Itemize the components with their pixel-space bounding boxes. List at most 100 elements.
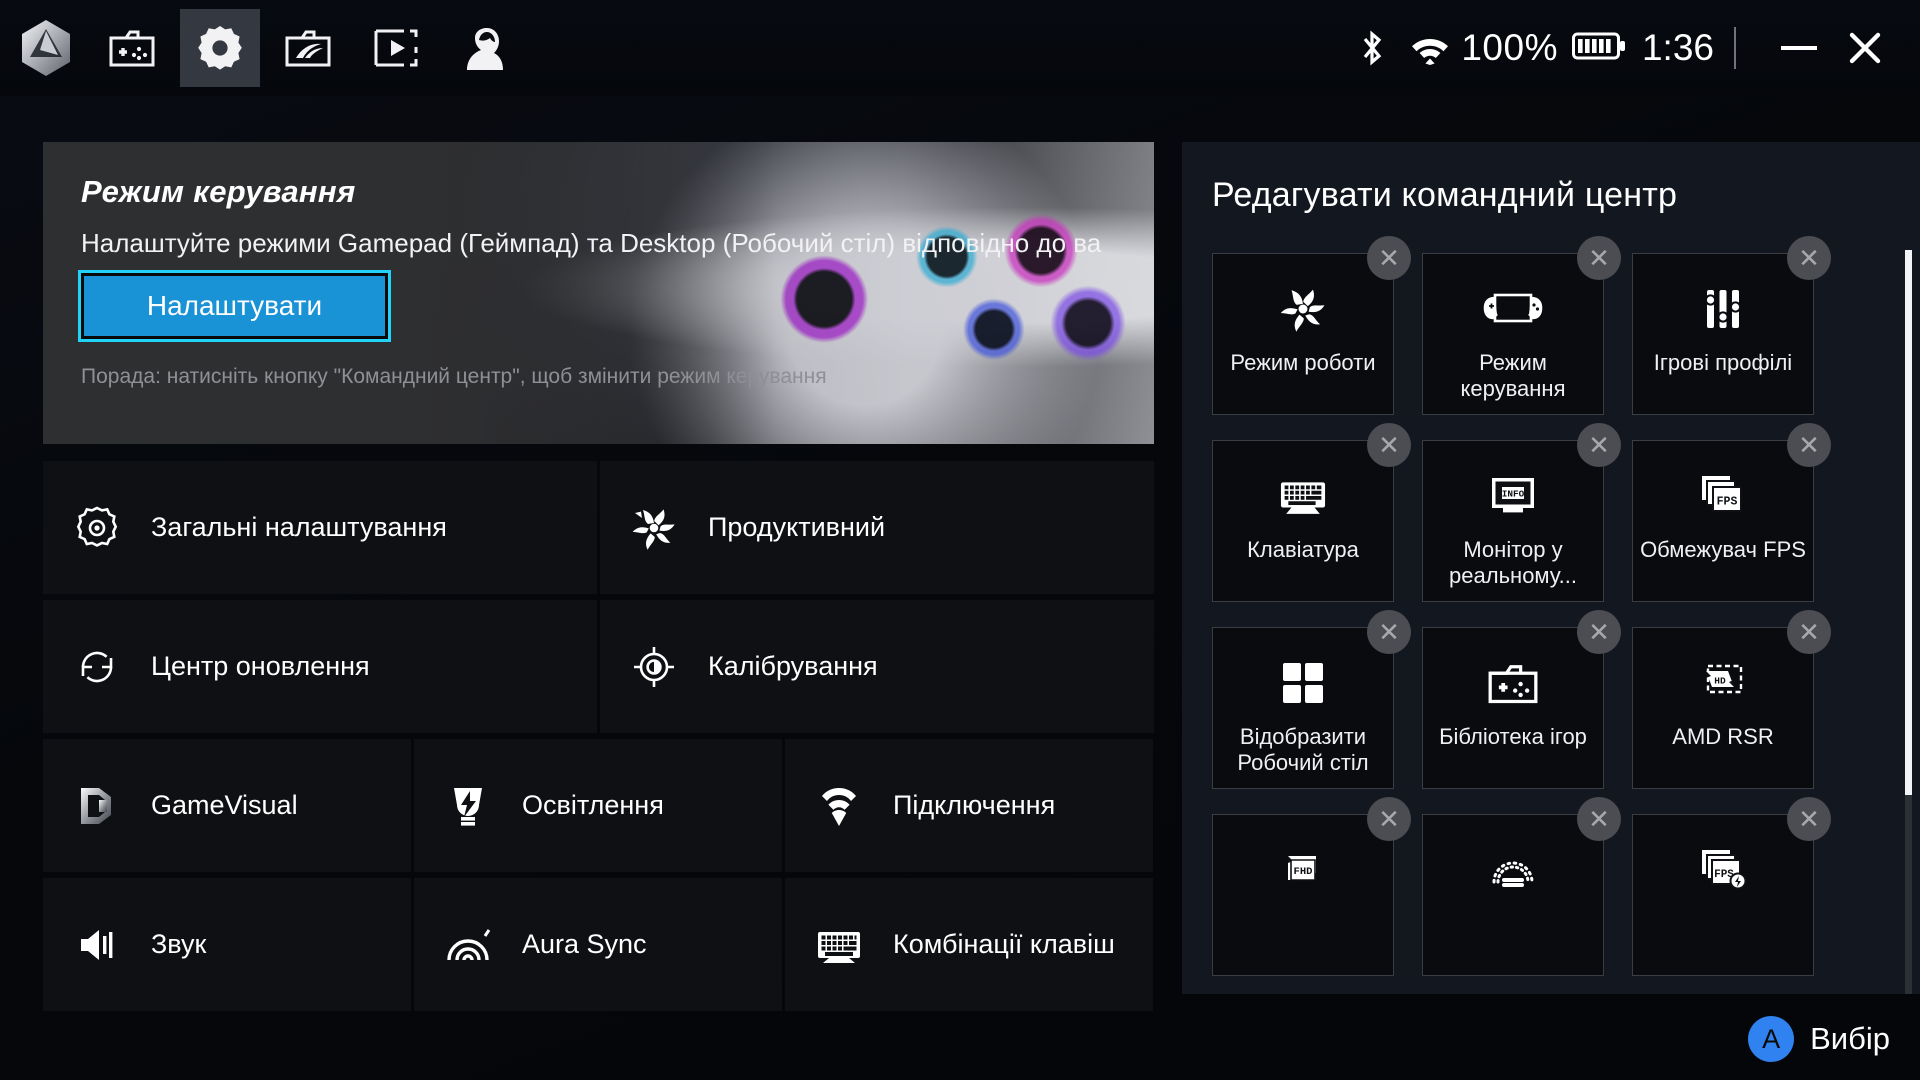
- fps-stack-icon: FPS: [1699, 465, 1747, 527]
- settings-content-column: Режим керування Налаштуйте режими Gamepa…: [43, 142, 1154, 1011]
- bluetooth-icon: [1345, 28, 1399, 68]
- remove-icon[interactable]: ✕: [1787, 610, 1831, 654]
- banner-title: Режим керування: [81, 174, 356, 209]
- nav-button-rog-content[interactable]: [268, 9, 348, 87]
- system-clock: 1:36: [1641, 27, 1714, 68]
- nav-button-game-library[interactable]: [92, 9, 172, 87]
- remove-icon[interactable]: ✕: [1577, 797, 1621, 841]
- gamepad-hint-label: Вибір: [1810, 1021, 1890, 1056]
- cc-tile-label: Ігрові профілі: [1653, 350, 1793, 375]
- remove-icon[interactable]: ✕: [1367, 610, 1411, 654]
- tile-lighting[interactable]: Освітлення: [414, 739, 782, 872]
- game-library-folder-icon: [1488, 652, 1538, 714]
- user-avatar-icon: [463, 26, 505, 70]
- remove-icon[interactable]: ✕: [1787, 797, 1831, 841]
- nav-button-group: [0, 0, 532, 96]
- nav-button-settings[interactable]: [180, 9, 260, 87]
- hd-upscale-icon: HD: [1698, 652, 1748, 714]
- control-mode-banner: Режим керування Налаштуйте режими Gamepa…: [43, 142, 1154, 444]
- sliders-icon: [1700, 278, 1746, 340]
- nav-button-user-profile[interactable]: [444, 9, 524, 87]
- armoury-crate-hex-logo-icon[interactable]: [0, 19, 92, 77]
- tile-label: Центр оновлення: [151, 651, 370, 681]
- command-center-scrollbar-track[interactable]: [1905, 250, 1912, 994]
- svg-text:FPS: FPS: [1717, 496, 1738, 509]
- remove-icon[interactable]: ✕: [1577, 610, 1621, 654]
- gear-outline-icon: [43, 505, 151, 551]
- remove-icon[interactable]: ✕: [1787, 423, 1831, 467]
- speaker-sound-icon: [43, 923, 151, 967]
- tile-label: Aura Sync: [522, 929, 647, 959]
- keyboard-icon: [1277, 465, 1329, 527]
- command-center-editor-panel: Редагувати командний центр Режим роботи: [1182, 142, 1920, 994]
- svg-text:FHD: FHD: [1294, 866, 1313, 878]
- fps-boost-icon: FPS: [1699, 839, 1747, 901]
- settings-tile-grid: Загальні налаштування Продуктивний Центр…: [43, 461, 1154, 1011]
- armoury-crate-window: 100% 1:36 Режим керування Налаштуйте реж…: [0, 0, 1920, 1080]
- cc-tile-resolution[interactable]: FHD ✕: [1212, 797, 1411, 976]
- cc-tile-control-mode[interactable]: Режим керування ✕: [1422, 236, 1621, 415]
- remove-icon[interactable]: ✕: [1577, 423, 1621, 467]
- cc-tile-keyboard[interactable]: Клавіатура ✕: [1212, 423, 1411, 602]
- desktop-windows-icon: [1280, 652, 1326, 714]
- tile-label: Продуктивний: [708, 512, 886, 542]
- remove-icon[interactable]: ✕: [1367, 423, 1411, 467]
- cc-tile-label: Бібліотека ігор: [1439, 724, 1587, 749]
- tile-general-settings[interactable]: Загальні налаштування: [43, 461, 597, 594]
- info-monitor-icon: INFO: [1488, 465, 1538, 527]
- cc-tile-label: Режим керування: [1460, 350, 1566, 402]
- fhd-resolution-icon: FHD: [1279, 839, 1327, 901]
- cc-tile-fps-limiter[interactable]: FPS Обмежувач FPS ✕: [1632, 423, 1831, 602]
- tile-gamevisual[interactable]: GameVisual: [43, 739, 411, 872]
- cc-tile-operating-mode[interactable]: Режим роботи ✕: [1212, 236, 1411, 415]
- cc-tile-label: Обмежувач FPS: [1640, 537, 1806, 562]
- remove-icon[interactable]: ✕: [1367, 797, 1411, 841]
- cc-tile-brightness[interactable]: ✕: [1422, 797, 1621, 976]
- battery-percentage: 100%: [1461, 27, 1558, 68]
- tile-update-center[interactable]: Центр оновлення: [43, 600, 597, 733]
- cc-tile-game-library[interactable]: Бібліотека ігор ✕: [1422, 610, 1621, 789]
- tile-key-combinations[interactable]: Комбінації клавіш: [785, 878, 1153, 1011]
- cc-tile-label: Режим роботи: [1230, 350, 1376, 375]
- remove-icon[interactable]: ✕: [1367, 236, 1411, 280]
- remove-icon[interactable]: ✕: [1577, 236, 1621, 280]
- tray-divider: [1734, 27, 1736, 69]
- brightness-gauge-icon: [1488, 839, 1538, 901]
- cc-tile-label: Клавіатура: [1247, 537, 1359, 562]
- tile-aura-sync[interactable]: Aura Sync: [414, 878, 782, 1011]
- wifi-icon: [1399, 31, 1461, 65]
- cc-tile-label: Відобразити Робочий стіл: [1237, 724, 1369, 776]
- rog-folder-icon: [285, 28, 331, 68]
- cc-tile-fps-boost[interactable]: FPS ✕: [1632, 797, 1831, 976]
- gamepad-hint-select: A Вибір: [1748, 1016, 1890, 1062]
- cc-tile-label: AMD RSR: [1672, 724, 1774, 749]
- banner-content: Режим керування Налаштуйте режими Gamepa…: [43, 142, 1154, 389]
- tile-performance-mode[interactable]: Продуктивний: [600, 461, 1154, 594]
- cc-tile-realtime-monitor[interactable]: INFO Монітор у реальному... ✕: [1422, 423, 1621, 602]
- remove-icon[interactable]: ✕: [1787, 236, 1831, 280]
- lighting-bolt-icon: [414, 782, 522, 830]
- banner-description: Налаштуйте режими Gamepad (Геймпад) та D…: [81, 228, 1102, 258]
- tile-label: Освітлення: [522, 790, 664, 820]
- fan-performance-icon: [1278, 278, 1328, 340]
- system-status-tray: 100% 1:36: [1345, 0, 1898, 96]
- cc-tile-amd-rsr[interactable]: HD AMD RSR ✕: [1632, 610, 1831, 789]
- svg-text:INFO: INFO: [1502, 488, 1525, 499]
- minimize-button[interactable]: [1766, 15, 1832, 81]
- battery-full-icon: [1571, 31, 1628, 66]
- handheld-device-icon: [1483, 278, 1543, 340]
- cc-tile-label: Монітор у реальному...: [1449, 537, 1577, 589]
- command-center-tile-grid: Режим роботи ✕ Режим керування ✕ Ігрові …: [1212, 236, 1920, 976]
- close-button[interactable]: [1832, 15, 1898, 81]
- setup-button[interactable]: Налаштувати: [78, 270, 391, 342]
- gear-icon: [198, 26, 242, 70]
- nav-button-media[interactable]: [356, 9, 436, 87]
- cc-tile-show-desktop[interactable]: Відобразити Робочий стіл ✕: [1212, 610, 1411, 789]
- tile-calibration[interactable]: Калібрування: [600, 600, 1154, 733]
- tile-label: Калібрування: [708, 651, 878, 681]
- tile-connectivity[interactable]: Підключення: [785, 739, 1153, 872]
- tile-sound[interactable]: Звук: [43, 878, 411, 1011]
- video-frame-icon: [374, 29, 418, 67]
- command-center-scrollbar-thumb[interactable]: [1905, 250, 1912, 795]
- cc-tile-game-profiles[interactable]: Ігрові профілі ✕: [1632, 236, 1831, 415]
